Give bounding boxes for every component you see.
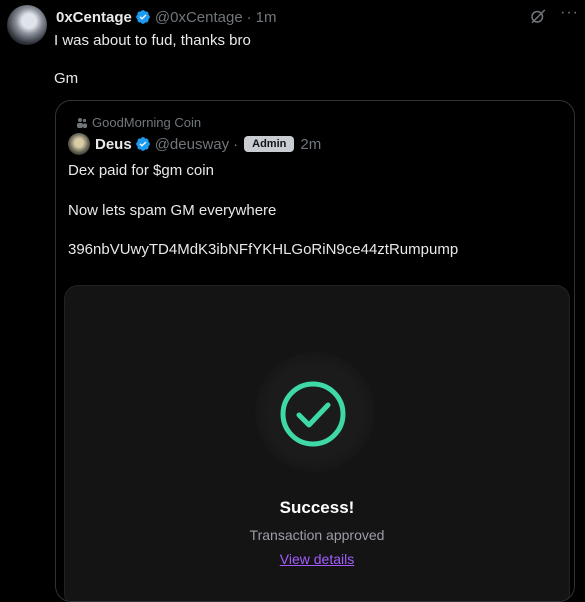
quote-text: Now lets spam GM everywhere: [68, 202, 277, 219]
more-options-icon[interactable]: ···: [560, 4, 579, 22]
author-avatar[interactable]: [7, 5, 47, 45]
quote-author-name[interactable]: Deus: [95, 136, 132, 153]
post-text: I was about to fud, thanks bro: [54, 32, 251, 49]
quote-contract-address: 396nbVUwyTD4MdK3ibNFfYKHLGoRiN9ce44ztRum…: [68, 241, 459, 258]
view-details-link[interactable]: View details: [65, 551, 569, 567]
verified-badge-icon: [135, 137, 150, 151]
community-label[interactable]: GoodMorning Coin: [76, 115, 201, 130]
community-icon: [77, 117, 87, 128]
author-handle[interactable]: @0xCentage: [155, 9, 243, 26]
post-time[interactable]: 1m: [256, 9, 277, 26]
admin-badge: Admin: [244, 136, 295, 152]
author-name[interactable]: 0xCentage: [56, 9, 132, 26]
media-preview[interactable]: Success! Transaction approved View detai…: [64, 285, 570, 601]
success-title: Success!: [279, 498, 355, 517]
grok-icon[interactable]: [529, 7, 547, 25]
separator-dot: ·: [246, 8, 252, 26]
post-text: Gm: [54, 70, 79, 87]
quoted-post[interactable]: GoodMorning Coin Deus @deusway · Admin 2…: [55, 100, 575, 602]
success-subtitle: Transaction approved: [249, 527, 385, 543]
quote-text: Dex paid for $gm coin: [68, 162, 214, 179]
separator-dot: ·: [233, 135, 239, 153]
quote-author-avatar[interactable]: [68, 133, 90, 155]
verified-badge-icon: [136, 10, 150, 24]
quote-header: Deus @deusway · Admin 2m: [68, 133, 321, 155]
post-header: 0xCentage @0xCentage · 1m: [56, 7, 277, 27]
quote-author-handle[interactable]: @deusway: [155, 136, 229, 153]
check-circle-icon: [280, 381, 346, 447]
quote-time[interactable]: 2m: [300, 136, 321, 153]
community-name: GoodMorning Coin: [92, 115, 202, 130]
